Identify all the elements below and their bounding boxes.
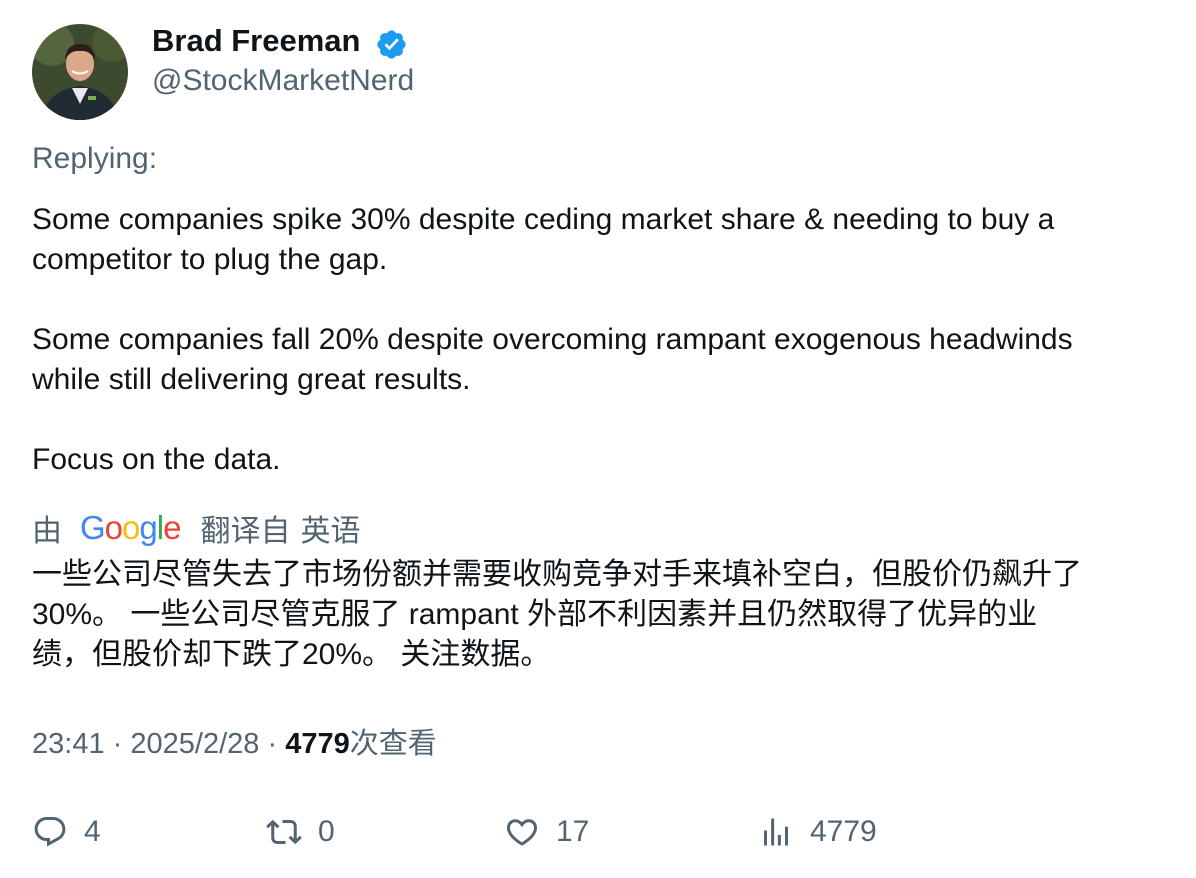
avatar[interactable] xyxy=(32,24,128,120)
translated-line: 绩，但股价却下跌了20%。 关注数据。 xyxy=(32,638,551,671)
translated-text: 一些公司尽管失去了市场份额并需要收购竞争对手来填补空白，但股价仍飙升了 30%。… xyxy=(32,555,1172,675)
reply-count: 4 xyxy=(84,815,101,848)
tweet-card: Brad Freeman @StockMarketNerd Replying: … xyxy=(0,0,1196,878)
reply-button[interactable]: 4 xyxy=(32,810,101,854)
views-button[interactable]: 4779 xyxy=(758,810,877,854)
author-display-name[interactable]: Brad Freeman xyxy=(152,22,360,60)
verified-badge-icon xyxy=(377,30,406,59)
retweet-icon xyxy=(266,819,302,845)
heart-icon xyxy=(506,819,538,846)
translated-line: 一些公司尽管失去了市场份额并需要收购竞争对手来填补空白，但股价仍飙升了 xyxy=(32,558,1082,591)
like-count: 17 xyxy=(556,815,590,848)
views-count: 4779 xyxy=(285,728,350,760)
views-action-count: 4779 xyxy=(810,815,877,848)
google-logo: Google xyxy=(80,509,181,546)
body-line: Focus on the data. xyxy=(32,443,281,476)
translated-from-label: 翻译自 xyxy=(200,515,291,548)
tweet-date[interactable]: 2025/2/28 xyxy=(130,728,259,760)
replying-label: Replying: xyxy=(32,142,158,175)
retweet-button[interactable]: 0 xyxy=(266,810,335,854)
body-line: Some companies fall 20% despite overcomi… xyxy=(32,323,1073,356)
tweet-body: Some companies spike 30% despite ceding … xyxy=(32,200,1172,480)
body-line: competitor to plug the gap. xyxy=(32,243,388,276)
like-button[interactable]: 17 xyxy=(504,810,589,854)
tweet-time[interactable]: 23:41 xyxy=(32,728,105,760)
meta-separator: · xyxy=(267,728,278,760)
author-handle[interactable]: @StockMarketNerd xyxy=(152,63,414,99)
source-language: 英语 xyxy=(300,515,361,548)
avatar-image xyxy=(32,24,128,120)
translation-attribution: 由 Google 翻译自 英语 xyxy=(32,508,360,548)
translated-by-label: 由 xyxy=(32,515,62,548)
retweet-count: 0 xyxy=(318,815,335,848)
views-label: 次查看 xyxy=(349,728,437,760)
body-line: while still delivering great results. xyxy=(32,363,471,396)
analytics-icon xyxy=(764,818,788,846)
body-line: Some companies spike 30% despite ceding … xyxy=(32,203,1055,236)
tweet-meta: 23:41 · 2025/2/28 · 4779次查看 xyxy=(32,724,437,764)
translated-line: 30%。 一些公司尽管克服了 rampant 外部不利因素并且仍然取得了优异的业 xyxy=(32,598,1038,631)
reply-icon xyxy=(34,817,66,847)
meta-separator: · xyxy=(112,728,123,760)
